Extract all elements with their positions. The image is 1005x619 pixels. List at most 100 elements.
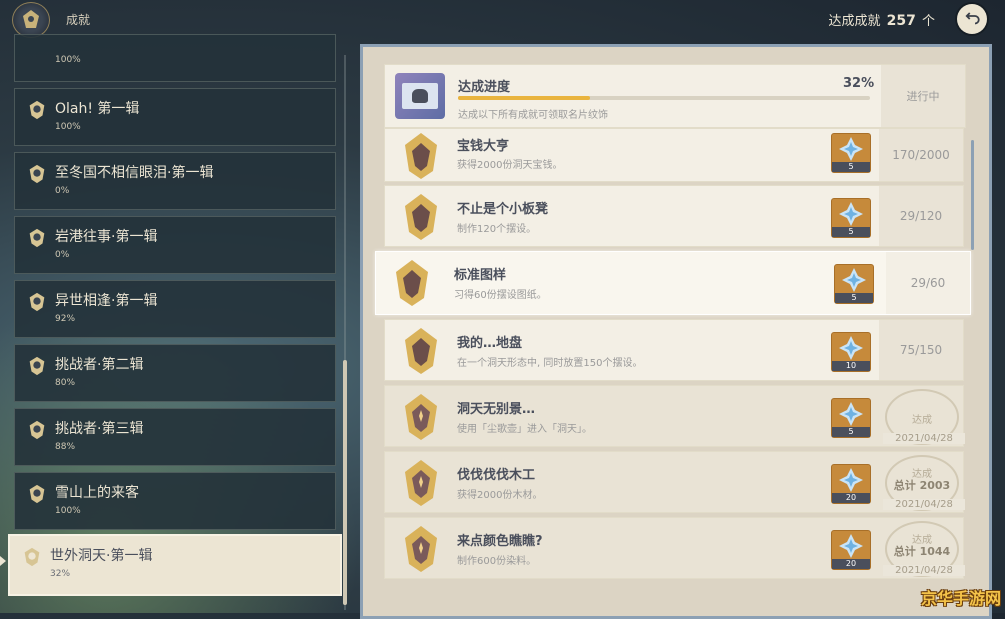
achievement-name: 来点颜色瞧瞧? xyxy=(457,534,543,549)
reward-quantity: 5 xyxy=(832,227,870,237)
progress-status: 进行中 xyxy=(881,65,965,127)
category-percent: 100% xyxy=(55,55,81,65)
primogem-reward: 10 xyxy=(831,332,871,372)
completed-stamp: 达成 总计 1044 2021/04/28 xyxy=(883,521,965,577)
reward-quantity: 20 xyxy=(832,493,870,503)
category-badge-icon xyxy=(29,228,45,248)
category-badge-icon xyxy=(29,292,45,312)
achievement-name: 宝钱大亨 xyxy=(457,139,510,154)
achievement-medal-icon xyxy=(405,394,437,440)
achievement-description: 制作600份染料。 xyxy=(457,556,537,567)
category-name: 异世相逢·第一辑 xyxy=(55,293,158,309)
progress-description: 达成以下所有成就可领取名片纹饰 xyxy=(458,110,608,121)
category-name: 雪山上的来客 xyxy=(55,485,139,501)
achievement-medal-icon xyxy=(405,194,437,240)
reward-quantity: 10 xyxy=(832,361,870,371)
achievement-progress: 75/150 xyxy=(879,320,963,380)
achievement-name: 洞天无别景… xyxy=(457,402,536,417)
category-item[interactable]: 雪山上的来客 100% xyxy=(14,472,336,530)
category-scroll-thumb[interactable] xyxy=(343,360,347,605)
category-name: 至冬国不相信眼泪·第一辑 xyxy=(55,165,214,181)
reward-quantity: 5 xyxy=(832,427,870,437)
achievement-row[interactable]: 不止是个小板凳 制作120个摆设。 5 29/120 xyxy=(384,185,964,247)
achievement-description: 习得60份摆设图纸。 xyxy=(454,290,547,301)
category-item[interactable]: 岩港往事·第一辑 0% xyxy=(14,216,336,274)
category-percent: 100% xyxy=(55,122,81,132)
reward-quantity: 20 xyxy=(832,559,870,569)
category-name: Olah! 第一辑 xyxy=(55,101,140,117)
achievement-medal-icon xyxy=(405,133,437,179)
achievement-progress: 29/60 xyxy=(886,252,970,314)
category-percent: 92% xyxy=(55,314,76,324)
completed-stamp: 达成 2021/04/28 xyxy=(883,389,965,445)
primogem-icon xyxy=(842,268,866,292)
achieved-unit: 个 xyxy=(921,14,935,29)
achievement-name: 我的…地盘 xyxy=(457,336,523,351)
category-percent: 100% xyxy=(55,506,81,516)
achievement-medal-icon xyxy=(405,460,437,506)
primogem-icon xyxy=(839,137,863,161)
achievement-emblem-icon xyxy=(12,2,50,38)
category-item[interactable]: 挑战者·第二辑 80% xyxy=(14,344,336,402)
primogem-reward: 5 xyxy=(831,198,871,238)
category-name: 岩港往事·第一辑 xyxy=(55,229,158,245)
achievement-medal-icon xyxy=(405,328,437,374)
category-name: 挑战者·第三辑 xyxy=(55,421,144,437)
category-percent: 80% xyxy=(55,378,76,388)
stamp-date: 2021/04/28 xyxy=(883,499,965,510)
progress-fill xyxy=(458,96,590,100)
category-percent: 32% xyxy=(50,569,71,579)
category-item[interactable]: 异世相逢·第一辑 92% xyxy=(14,280,336,338)
page-title: 成就 xyxy=(66,13,91,27)
reward-quantity: 5 xyxy=(835,293,873,303)
achievement-row[interactable]: 我的…地盘 在一个洞天形态中, 同时放置150个摆设。 10 75/150 xyxy=(384,319,964,381)
achievement-row-highlighted[interactable]: 标准图样 习得60份摆设图纸。 5 29/60 xyxy=(375,251,971,315)
primogem-icon xyxy=(839,534,863,558)
stamp-date: 2021/04/28 xyxy=(883,433,965,444)
category-item[interactable]: 100% xyxy=(14,34,336,82)
back-button[interactable] xyxy=(957,4,987,34)
stamp-total: 总计 1044 xyxy=(893,545,951,558)
stamp-date: 2021/04/28 xyxy=(883,565,965,576)
stamp-label: 达成 xyxy=(912,415,932,426)
primogem-reward: 20 xyxy=(831,464,871,504)
back-arrow-icon xyxy=(965,12,980,25)
progress-card: 达成进度 32% 达成以下所有成就可领取名片纹饰 进行中 xyxy=(384,64,966,128)
category-item[interactable]: 至冬国不相信眼泪·第一辑 0% xyxy=(14,152,336,210)
watermark-logo: 京华手游网 xyxy=(920,589,1001,608)
category-badge-icon xyxy=(29,420,45,440)
category-percent: 0% xyxy=(55,250,70,260)
primogem-reward: 5 xyxy=(831,133,871,173)
stamp-total: 总计 2003 xyxy=(893,479,951,492)
category-badge-icon xyxy=(29,164,45,184)
category-name: 挑战者·第二辑 xyxy=(55,357,144,373)
category-percent: 88% xyxy=(55,442,76,452)
achievement-row[interactable]: 宝钱大亨 获得2000份洞天宝钱。 5 170/2000 xyxy=(384,128,964,182)
primogem-icon xyxy=(839,402,863,426)
achievement-medal-icon xyxy=(405,526,437,572)
progress-percent: 32% xyxy=(843,76,875,91)
category-item[interactable]: 挑战者·第三辑 88% xyxy=(14,408,336,466)
achievement-scrollbar[interactable] xyxy=(971,140,974,250)
category-badge-icon xyxy=(29,100,45,120)
achievement-name: 不止是个小板凳 xyxy=(457,202,549,217)
category-item[interactable]: Olah! 第一辑 100% xyxy=(14,88,336,146)
progress-bar xyxy=(458,96,870,100)
primogem-icon xyxy=(839,336,863,360)
reward-quantity: 5 xyxy=(832,162,870,172)
achievement-description: 使用「尘歌壶」进入「洞天」。 xyxy=(457,424,592,435)
achievement-description: 获得2000份木材。 xyxy=(457,490,543,501)
completed-stamp: 达成 总计 2003 2021/04/28 xyxy=(883,455,965,511)
category-badge-icon xyxy=(29,356,45,376)
achievement-row-completed[interactable]: 来点颜色瞧瞧? 制作600份染料。 20 达成 总计 1044 2021/04/… xyxy=(384,517,965,579)
primogem-icon xyxy=(839,202,863,226)
achievement-row-completed[interactable]: 伐伐伐伐木工 获得2000份木材。 20 达成 总计 2003 2021/04/… xyxy=(384,451,965,513)
achieved-number: 257 xyxy=(886,13,916,29)
primogem-reward: 20 xyxy=(831,530,871,570)
achieved-count: 达成成就 257 个 xyxy=(828,10,935,29)
category-list: 100% Olah! 第一辑 100% 至冬国不相信眼泪·第一辑 0% 岩港往事… xyxy=(8,34,342,613)
achievement-row-completed[interactable]: 洞天无别景… 使用「尘歌壶」进入「洞天」。 5 达成 2021/04/28 xyxy=(384,385,965,447)
achievement-progress: 29/120 xyxy=(879,186,963,246)
progress-title: 达成进度 xyxy=(458,80,511,95)
category-item-selected[interactable]: 世外洞天·第一辑 32% xyxy=(8,534,342,596)
